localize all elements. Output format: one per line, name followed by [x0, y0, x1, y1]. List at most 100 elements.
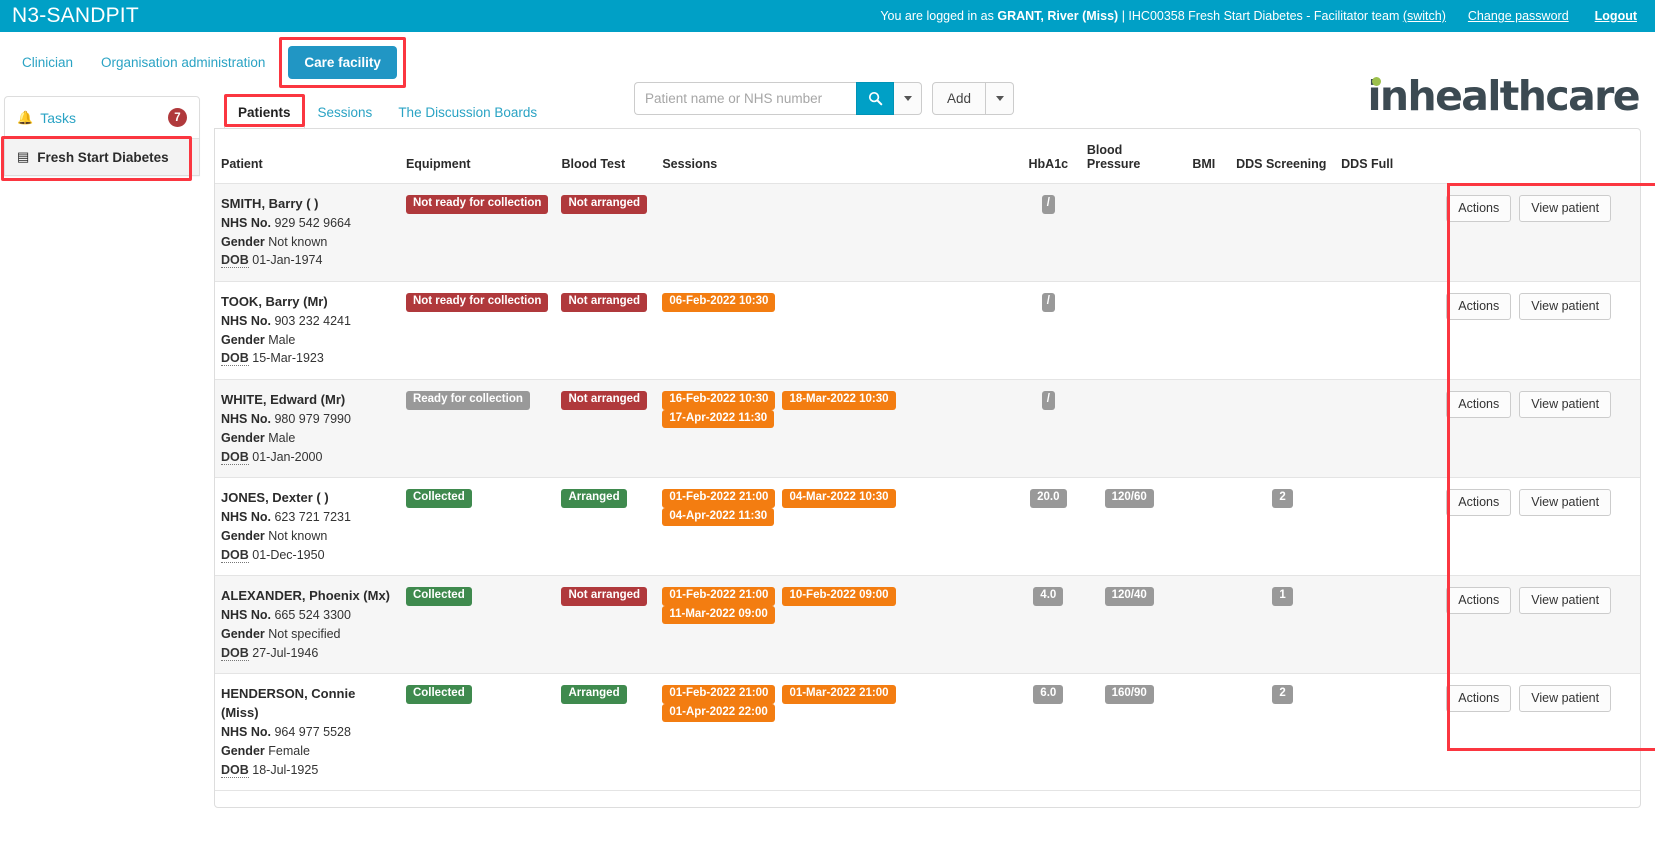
logged-in-prefix: You are logged in as	[880, 9, 998, 23]
main-content: Patients Sessions The Discussion Boards …	[204, 92, 1655, 808]
view-patient-button[interactable]: View patient	[1519, 391, 1612, 419]
tab-patients[interactable]: Patients	[224, 96, 305, 129]
cell-blood-pressure: 160/90	[1080, 673, 1178, 792]
table-header-row: Patient Equipment Blood Test Sessions Hb…	[215, 129, 1640, 184]
view-patient-button[interactable]: View patient	[1519, 489, 1612, 517]
patient-dob: DOB 01-Jan-2000	[221, 449, 323, 465]
actions-button[interactable]: Actions	[1446, 195, 1512, 222]
cell-bmi	[1177, 575, 1231, 675]
cell-blood-pressure	[1080, 281, 1178, 381]
hba1c-badge: /	[1041, 195, 1055, 214]
equipment-status-badge: Collected	[405, 489, 472, 508]
cell-blood-pressure: 120/60	[1080, 477, 1178, 577]
sidebar-item-tasks-label: Tasks	[40, 109, 76, 126]
column-header-actions	[1440, 129, 1640, 184]
nav-bar: Clinician Organisation administration Ca…	[0, 32, 1655, 117]
cell-dds-screening: 2	[1230, 477, 1336, 577]
column-header-equipment: Equipment	[399, 129, 556, 184]
cell-sessions: 01-Feb-2022 21:00 01-Mar-2022 21:00 01-Apr…	[656, 673, 1016, 792]
table-row: TOOK, Barry (Mr) NHS No. 903 232 4241 Gend…	[215, 281, 1640, 381]
cell-dds-screening	[1230, 379, 1336, 479]
patient-dob: DOB 27-Jul-1946	[221, 645, 319, 661]
hba1c-badge: 20.0	[1030, 489, 1067, 508]
cell-bmi	[1177, 379, 1231, 479]
logout-link[interactable]: Logout	[1595, 9, 1637, 23]
cell-hba1c: 6.0	[1015, 673, 1081, 792]
blood-test-status-badge: Arranged	[561, 489, 627, 508]
actions-button[interactable]: Actions	[1446, 587, 1512, 615]
cell-patient: JONES, Dexter ( ) NHS No. 623 721 7231 Gen…	[215, 477, 400, 577]
patient-gender: Gender Not known	[221, 234, 328, 249]
cell-hba1c: 20.0	[1015, 477, 1081, 577]
cell-blood-test: Not arranged	[555, 575, 657, 675]
blood-test-status-badge: Not arranged	[561, 293, 648, 312]
cell-bmi	[1177, 673, 1231, 792]
patient-nhs: NHS No. 980 979 7990	[221, 412, 351, 427]
tab-discussion-boards[interactable]: The Discussion Boards	[385, 97, 550, 128]
cell-equipment: Not ready for collection	[399, 183, 556, 283]
cell-hba1c: /	[1015, 379, 1081, 479]
actions-button[interactable]: Actions	[1446, 685, 1512, 713]
session-badge-1: 16-Feb-2022 10:30	[662, 391, 776, 410]
patient-nhs: NHS No. 903 232 4241	[221, 313, 351, 328]
patient-dob: DOB 15-Mar-1923	[221, 351, 324, 367]
cell-equipment: Collected	[399, 575, 556, 675]
sidebar-item-fresh-start-diabetes[interactable]: ▤ Fresh Start Diabetes	[5, 139, 199, 175]
switch-link[interactable]: (switch)	[1403, 9, 1446, 23]
column-header-hba1c: HbA1c	[1015, 129, 1081, 184]
actions-button[interactable]: Actions	[1446, 293, 1512, 321]
cell-equipment: Collected	[399, 673, 556, 792]
patient-gender: Gender Male	[221, 430, 296, 445]
cell-dds-full	[1335, 379, 1441, 479]
cell-blood-test: Not arranged	[555, 281, 657, 381]
column-header-blood-pressure: Blood Pressure	[1080, 129, 1178, 184]
patient-nhs: NHS No. 964 977 5528	[221, 725, 351, 740]
sidebar-card: 🔔 Tasks 7 ▤ Fresh Start Diabetes	[1, 96, 200, 181]
top-bar: N3-SANDPIT You are logged in as GRANT, R…	[0, 0, 1655, 32]
hba1c-badge: 6.0	[1033, 685, 1064, 704]
blood-test-status-badge: Not arranged	[561, 195, 648, 214]
tab-sessions[interactable]: Sessions	[305, 97, 386, 128]
nav-tab-care-facility[interactable]: Care facility	[288, 45, 397, 79]
app-title: N3-SANDPIT	[12, 4, 139, 27]
table-row: ALEXANDER, Phoenix (Mx) NHS No. 665 524 3…	[215, 575, 1640, 675]
patient-gender: Gender Not known	[221, 528, 328, 543]
equipment-status-badge: Not ready for collection	[405, 293, 549, 312]
patient-nhs: NHS No. 929 542 9664	[221, 215, 351, 230]
cell-patient: SMITH, Barry ( ) NHS No. 929 542 9664 Gend…	[215, 183, 400, 283]
actions-button[interactable]: Actions	[1446, 489, 1512, 517]
table-row: SMITH, Barry ( ) NHS No. 929 542 9664 Gend…	[215, 183, 1640, 283]
cell-hba1c: /	[1015, 281, 1081, 381]
actions-button[interactable]: Actions	[1446, 391, 1512, 419]
session-badge-3: 17-Apr-2022 11:30	[662, 409, 775, 429]
patients-table: Patient Equipment Blood Test Sessions Hb…	[215, 129, 1640, 792]
cell-sessions: 06-Feb-2022 10:30	[656, 281, 1016, 381]
table-row: HENDERSON, Connie (Miss) NHS No. 964 977 …	[215, 673, 1640, 792]
view-patient-button[interactable]: View patient	[1519, 685, 1612, 713]
tasks-badge: 7	[168, 108, 187, 127]
cell-patient: TOOK, Barry (Mr) NHS No. 903 232 4241 Gend…	[215, 281, 400, 381]
sidebar-item-tasks[interactable]: 🔔 Tasks 7	[5, 97, 199, 139]
cell-patient: WHITE, Edward (Mr) NHS No. 980 979 7990 Ge…	[215, 379, 400, 479]
cell-blood-test: Arranged	[555, 477, 657, 577]
change-password-link[interactable]: Change password	[1468, 9, 1569, 23]
page-body: 🔔 Tasks 7 ▤ Fresh Start Diabetes Patient…	[0, 92, 1655, 861]
view-patient-button[interactable]: View patient	[1519, 587, 1612, 615]
cell-hba1c: 4.0	[1015, 575, 1081, 675]
equipment-status-badge: Collected	[405, 685, 472, 704]
equipment-status-badge: Not ready for collection	[405, 195, 549, 214]
view-patient-button[interactable]: View patient	[1519, 195, 1612, 222]
nav-tab-organisation-administration[interactable]: Organisation administration	[87, 46, 279, 79]
cell-actions: Actions View patient	[1440, 673, 1640, 792]
hba1c-badge: /	[1041, 293, 1055, 312]
column-header-patient: Patient	[215, 129, 400, 184]
equipment-status-badge: Ready for collection	[405, 391, 530, 410]
cell-dds-screening	[1230, 183, 1336, 283]
dds-screening-badge: 2	[1272, 685, 1293, 704]
logged-in-info: You are logged in as GRANT, River (Miss)…	[880, 9, 1446, 23]
column-header-bmi: BMI	[1177, 129, 1231, 184]
blood-pressure-badge: 120/40	[1104, 587, 1154, 606]
nav-tab-clinician[interactable]: Clinician	[8, 46, 87, 79]
view-patient-button[interactable]: View patient	[1519, 293, 1612, 321]
patient-name: ALEXANDER, Phoenix (Mx)	[221, 588, 391, 604]
